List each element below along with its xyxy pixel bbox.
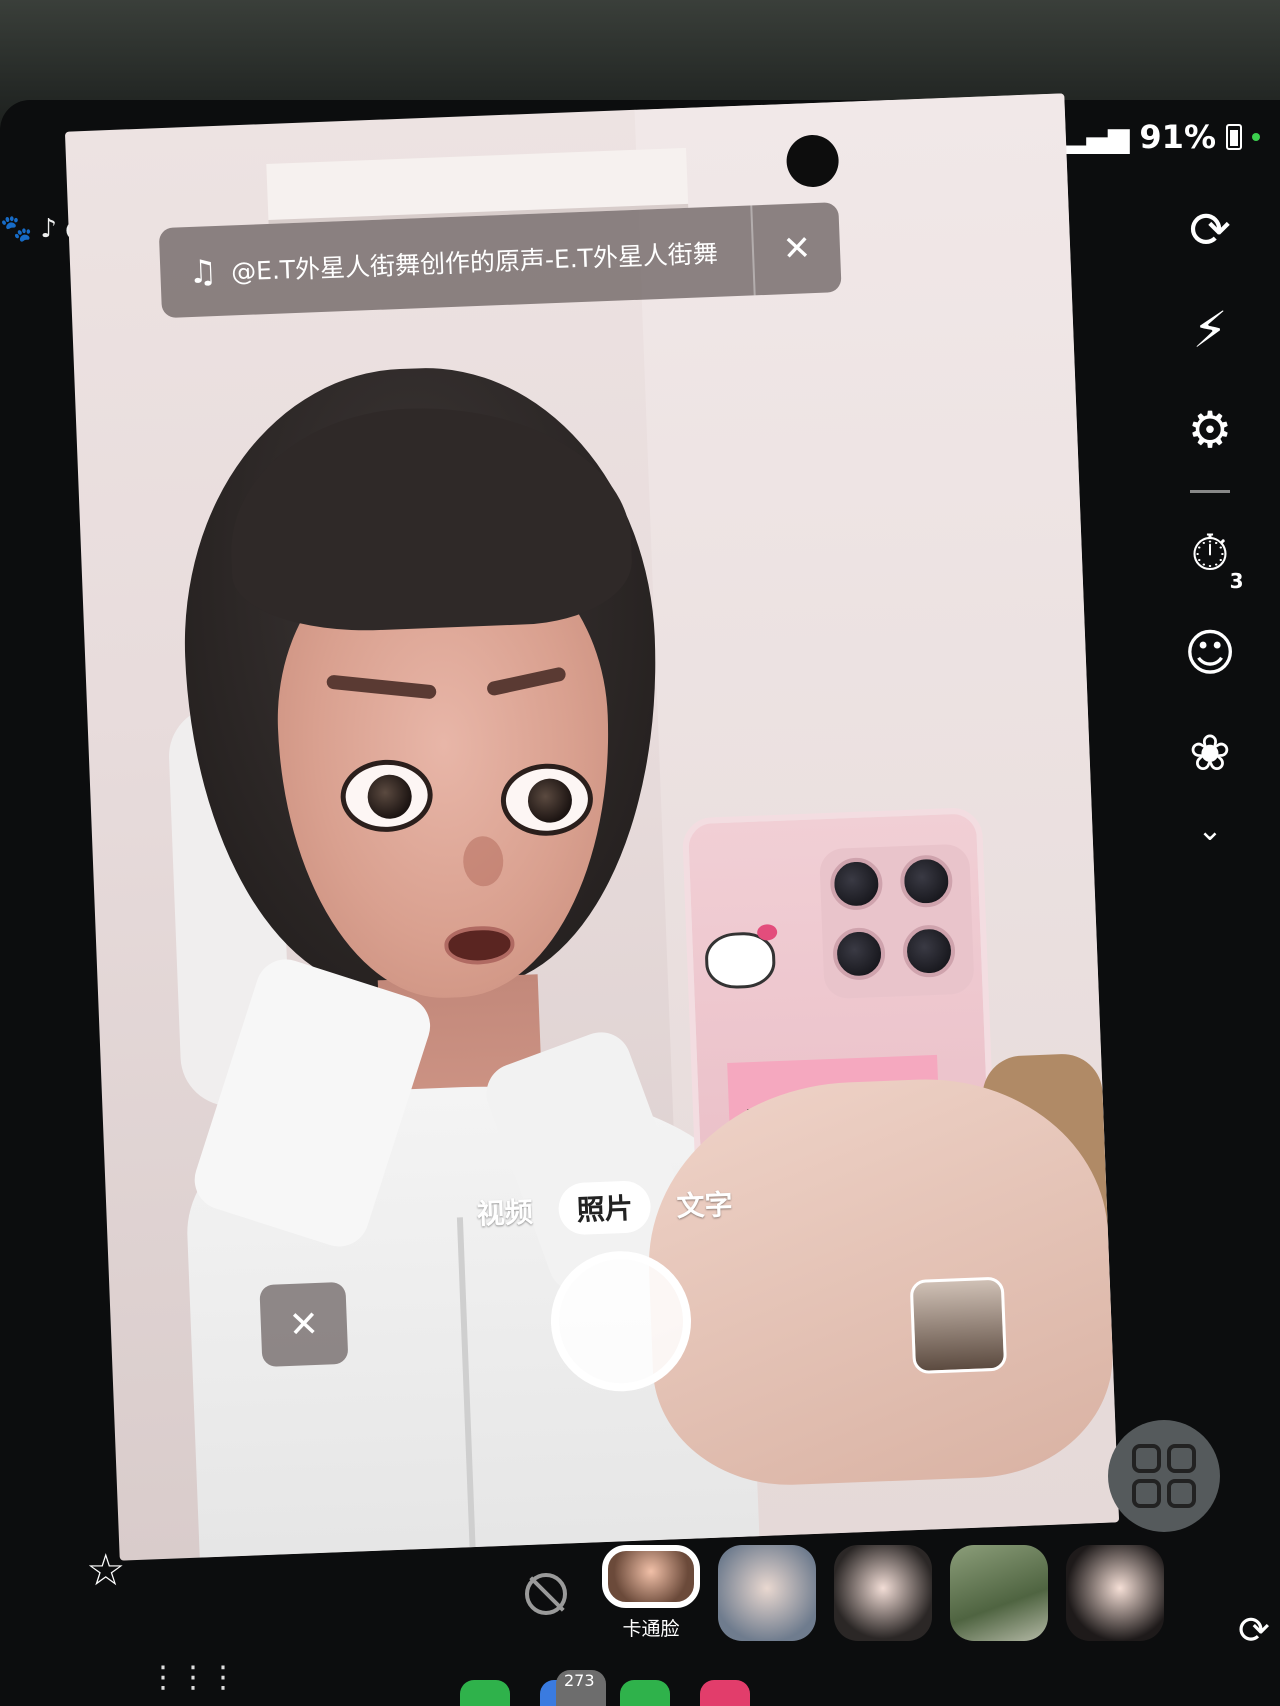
- tab-video[interactable]: 视频: [476, 1191, 534, 1233]
- flash-off-icon[interactable]: ⚡: [1192, 280, 1227, 380]
- effects-grid-button[interactable]: [1108, 1420, 1220, 1532]
- cancel-button[interactable]: ✕: [259, 1281, 349, 1368]
- effect-thumbnail: [834, 1545, 932, 1641]
- notification-badge: 273: [556, 1670, 606, 1706]
- timer-value: 3: [1229, 569, 1244, 593]
- separator: [1190, 490, 1230, 493]
- song-title[interactable]: @E.T外星人街舞创作的原声-E.T外星人街舞: [230, 234, 719, 289]
- effect-thumbnail: [950, 1545, 1048, 1641]
- hand: [642, 1072, 1118, 1490]
- app-dock: 273: [460, 1670, 750, 1706]
- privacy-indicator-icon: [1252, 133, 1260, 141]
- camera-side-toolbar: ⟳ ⚡ ⚙ ⏱ 3 ☺ ❀ ⌄: [1170, 180, 1250, 848]
- signal-icon: ▂▄▆: [1064, 120, 1130, 154]
- no-effect-icon[interactable]: [525, 1573, 567, 1615]
- stopwatch-icon: ⏱: [1190, 523, 1230, 582]
- effect-thumbnail: [718, 1545, 816, 1641]
- effects-carousel: 卡通脸: [602, 1545, 1164, 1641]
- camera-viewfinder[interactable]: HELLO KITTY ♫ @E.T外星人街舞创作的原声-E.T外星人街舞 ✕ …: [64, 93, 1120, 1561]
- phone-camera-module: [819, 843, 975, 1000]
- effect-item[interactable]: [718, 1545, 816, 1641]
- music-note-icon: ♫: [187, 251, 218, 292]
- gallery-thumbnail[interactable]: [909, 1276, 1008, 1375]
- effect-item[interactable]: 卡通脸: [602, 1545, 700, 1641]
- filters-icon[interactable]: ❀: [1189, 703, 1231, 803]
- effect-thumbnail: [602, 1545, 700, 1608]
- effect-label: 卡通脸: [622, 1618, 680, 1640]
- effect-thumbnail: [1066, 1545, 1164, 1641]
- effect-item[interactable]: [1066, 1545, 1164, 1641]
- beauty-icon[interactable]: ☺: [1184, 603, 1236, 703]
- settings-icon[interactable]: ⚙: [1188, 380, 1233, 480]
- tab-text[interactable]: 文字: [676, 1183, 734, 1225]
- remove-music-button[interactable]: ✕: [753, 227, 840, 270]
- flip-camera-icon[interactable]: ⟳: [1189, 180, 1231, 280]
- refresh-icon[interactable]: ⟳: [1238, 1608, 1270, 1652]
- effect-item[interactable]: [950, 1545, 1048, 1641]
- app-icon[interactable]: [700, 1680, 750, 1706]
- battery-percent: 91%: [1139, 118, 1216, 156]
- paw-icon: 🐾: [0, 214, 33, 244]
- effect-item[interactable]: [834, 1545, 932, 1641]
- timer-icon[interactable]: ⏱ 3: [1190, 503, 1244, 603]
- apps-grid-icon[interactable]: ⋮⋮⋮: [148, 1660, 238, 1695]
- capture-mode-tabs: 视频 照片 文字: [476, 1177, 734, 1239]
- battery-icon: [1226, 124, 1242, 150]
- chevron-down-icon[interactable]: ⌄: [1197, 813, 1222, 848]
- tiktok-icon: ♪: [40, 214, 57, 244]
- phone-app-icon[interactable]: [460, 1680, 510, 1706]
- wechat-app-icon[interactable]: [620, 1680, 670, 1706]
- tab-photo[interactable]: 照片: [557, 1180, 652, 1236]
- hello-kitty-sticker: [704, 931, 777, 990]
- favorite-star-icon[interactable]: ☆: [86, 1545, 125, 1596]
